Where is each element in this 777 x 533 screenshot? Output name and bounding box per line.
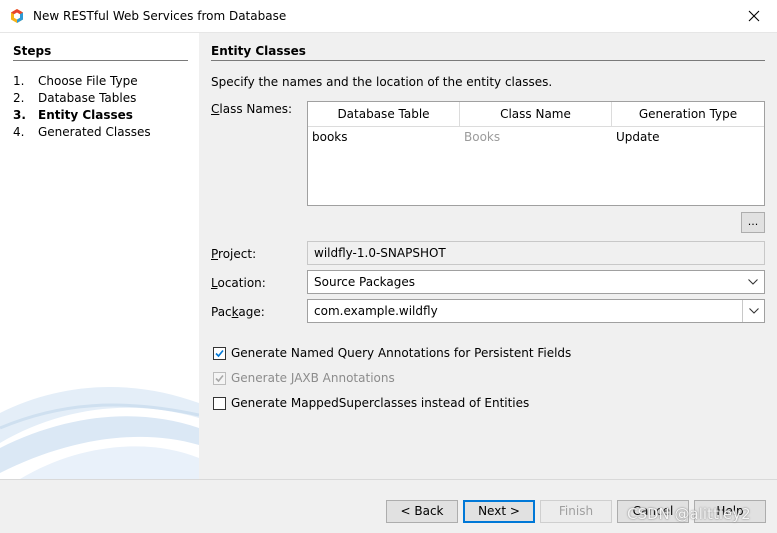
next-button[interactable]: Next > [463, 500, 535, 523]
netbeans-app-icon [11, 9, 23, 23]
mapped-superclasses-label: Generate MappedSuperclasses instead of E… [231, 396, 530, 410]
checkbox-checked-icon[interactable] [213, 346, 226, 360]
checkbox-unchecked-icon[interactable] [213, 396, 226, 410]
entity-classes-panel: Entity Classes Specify the names and the… [199, 33, 777, 479]
step-item: 1. Choose File Type [13, 74, 138, 88]
steps-heading: Steps [13, 44, 52, 58]
jaxb-annotations-checkbox[interactable]: Generate JAXB Annotations [213, 371, 395, 385]
cell-generation-type[interactable]: Update [612, 127, 764, 147]
back-button[interactable]: < Back [386, 500, 458, 523]
location-value: Source Packages [314, 275, 416, 289]
class-names-table[interactable]: Database Table Class Name Generation Typ… [307, 101, 765, 206]
close-button[interactable] [731, 0, 777, 32]
panel-divider [211, 60, 765, 61]
finish-button: Finish [540, 500, 612, 523]
decorative-swoosh-graphic [0, 386, 199, 479]
column-header-class-name[interactable]: Class Name [460, 102, 612, 126]
cell-class-name[interactable]: Books [460, 127, 612, 147]
package-combobox[interactable]: com.example.wildfly [307, 299, 765, 323]
step-item-current: 3. Entity Classes [13, 108, 133, 122]
package-value[interactable]: com.example.wildfly [314, 300, 438, 322]
chevron-down-icon[interactable] [742, 271, 764, 293]
class-names-label: Class Names: [211, 102, 293, 116]
column-header-database-table[interactable]: Database Table [308, 102, 460, 126]
cancel-button[interactable]: Cancel [617, 500, 689, 523]
named-query-checkbox[interactable]: Generate Named Query Annotations for Per… [213, 346, 571, 360]
steps-pane: Steps 1. Choose File Type 2. Database Tabl… [0, 33, 199, 479]
named-query-label: Generate Named Query Annotations for Per… [231, 346, 572, 360]
chevron-down-icon[interactable] [742, 300, 764, 322]
close-icon [748, 10, 760, 22]
package-label: Package: [211, 305, 265, 319]
location-label: Location: [211, 276, 266, 290]
steps-divider [13, 60, 188, 61]
cell-database-table: books [312, 130, 348, 144]
location-dropdown[interactable]: Source Packages [307, 270, 765, 294]
more-options-button[interactable]: ... [741, 212, 765, 233]
project-label: Project: [211, 247, 257, 261]
table-header: Database Table Class Name Generation Typ… [308, 102, 764, 127]
step-item: 4. Generated Classes [13, 125, 151, 139]
title-bar: New RESTful Web Services from Database [0, 0, 777, 33]
steps-list: 1. Choose File Type 2. Database Tables 3. E… [13, 73, 151, 141]
dialog-footer: < Back Next > Finish Cancel Help CSDN @a… [0, 479, 777, 533]
panel-title: Entity Classes [211, 44, 306, 58]
column-header-generation-type[interactable]: Generation Type [612, 102, 764, 126]
checkbox-checked-disabled-icon[interactable] [213, 371, 226, 385]
help-button[interactable]: Help [694, 500, 766, 523]
table-row[interactable]: books Books Update [308, 127, 764, 147]
panel-description: Specify the names and the location of th… [211, 75, 553, 89]
mapped-superclasses-checkbox[interactable]: Generate MappedSuperclasses instead of E… [213, 396, 529, 410]
project-field: wildfly-1.0-SNAPSHOT [307, 241, 765, 265]
jaxb-annotations-label: Generate JAXB Annotations [231, 371, 395, 385]
window-title: New RESTful Web Services from Database [33, 9, 287, 23]
step-item: 2. Database Tables [13, 91, 137, 105]
